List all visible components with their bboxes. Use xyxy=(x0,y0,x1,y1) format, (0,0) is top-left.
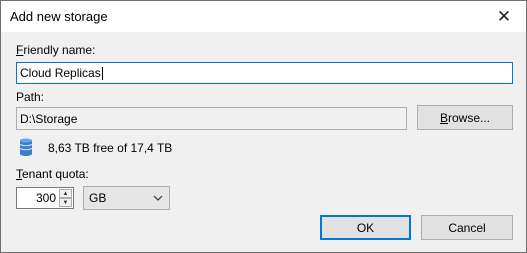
text-caret xyxy=(101,66,103,80)
stepper-up-icon[interactable]: ▲ xyxy=(59,189,72,198)
ok-button[interactable]: OK xyxy=(320,215,411,240)
friendly-name-label: Friendly name: xyxy=(16,43,96,57)
stepper-down-icon[interactable]: ▼ xyxy=(59,198,72,207)
path-value: D:\Storage xyxy=(20,111,78,126)
tenant-quota-label: Tenant quota: xyxy=(16,167,89,181)
quota-value: 300 xyxy=(35,191,56,205)
database-icon xyxy=(19,138,33,156)
quota-stepper[interactable]: 300 ▲ ▼ xyxy=(16,187,74,209)
friendly-name-value: Cloud Replicas xyxy=(20,66,101,80)
browse-button[interactable]: Browse... xyxy=(417,105,513,130)
quota-unit-value: GB xyxy=(89,191,107,205)
cancel-button[interactable]: Cancel xyxy=(421,215,513,240)
friendly-name-input[interactable]: Cloud Replicas xyxy=(16,62,513,84)
quota-unit-select[interactable]: GB xyxy=(83,186,170,210)
dialog-title: Add new storage xyxy=(10,9,108,24)
add-storage-dialog: Add new storage ✕ Friendly name: Cloud R… xyxy=(0,0,527,253)
chevron-down-icon xyxy=(153,195,163,201)
storage-free-text: 8,63 TB free of 17,4 TB xyxy=(48,141,173,155)
stepper-buttons: ▲ ▼ xyxy=(59,189,72,207)
title-bar: Add new storage ✕ xyxy=(1,1,526,32)
close-icon[interactable]: ✕ xyxy=(482,1,526,32)
path-input[interactable]: D:\Storage xyxy=(16,107,407,130)
path-label: Path: xyxy=(16,90,45,104)
